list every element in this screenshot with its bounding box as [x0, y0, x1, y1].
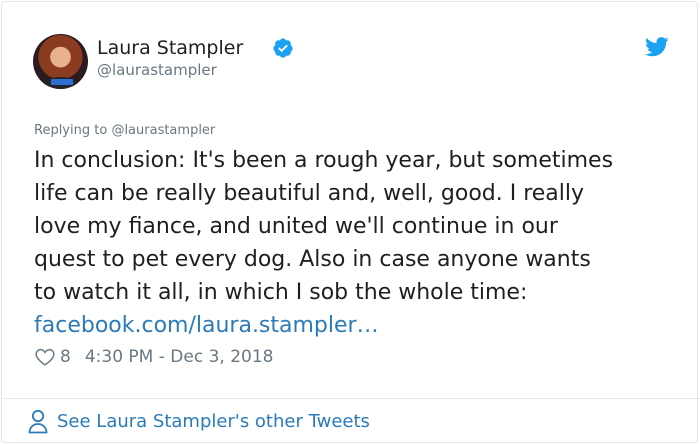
person-icon: [28, 409, 48, 434]
embedded-tweet-card: Laura Stampler @laurastampler Replying t…: [1, 1, 700, 443]
tweet-text: In conclusion: It's been a rough year, b…: [34, 144, 674, 309]
tweet-text-line: In conclusion: It's been a rough year, b…: [34, 148, 614, 173]
tweet-meta: 8 4:30 PM - Dec 3, 2018: [34, 344, 273, 370]
tweet-text-line: love my fiance, and united we'll continu…: [34, 214, 558, 239]
author-name[interactable]: Laura Stampler: [97, 36, 243, 60]
see-other-tweets-link[interactable]: See Laura Stampler's other Tweets: [27, 407, 370, 435]
avatar-banner: [51, 79, 73, 85]
reply-context-handle[interactable]: @laurastampler: [111, 123, 215, 138]
tweet-text-line: quest to pet every dog. Also in case any…: [34, 247, 591, 272]
author-handle[interactable]: @laurastampler: [97, 61, 217, 79]
verified-badge-icon: [273, 38, 293, 58]
reply-context-prefix: Replying to: [34, 123, 108, 138]
avatar[interactable]: [33, 34, 88, 89]
see-other-tweets-label: See Laura Stampler's other Tweets: [57, 410, 370, 432]
reply-context: Replying to @laurastampler: [34, 123, 215, 139]
divider: [3, 398, 700, 399]
twitter-bird-icon[interactable]: [645, 37, 669, 57]
tweet-link[interactable]: facebook.com/laura.stampler…: [34, 309, 379, 342]
tweet-text-line: to watch it all, in which I sob the whol…: [34, 280, 528, 305]
like-count[interactable]: 8: [60, 347, 71, 367]
heart-icon[interactable]: [34, 346, 56, 368]
timestamp[interactable]: 4:30 PM - Dec 3, 2018: [85, 347, 274, 367]
tweet-text-line: life can be really beautiful and, well, …: [34, 181, 585, 206]
